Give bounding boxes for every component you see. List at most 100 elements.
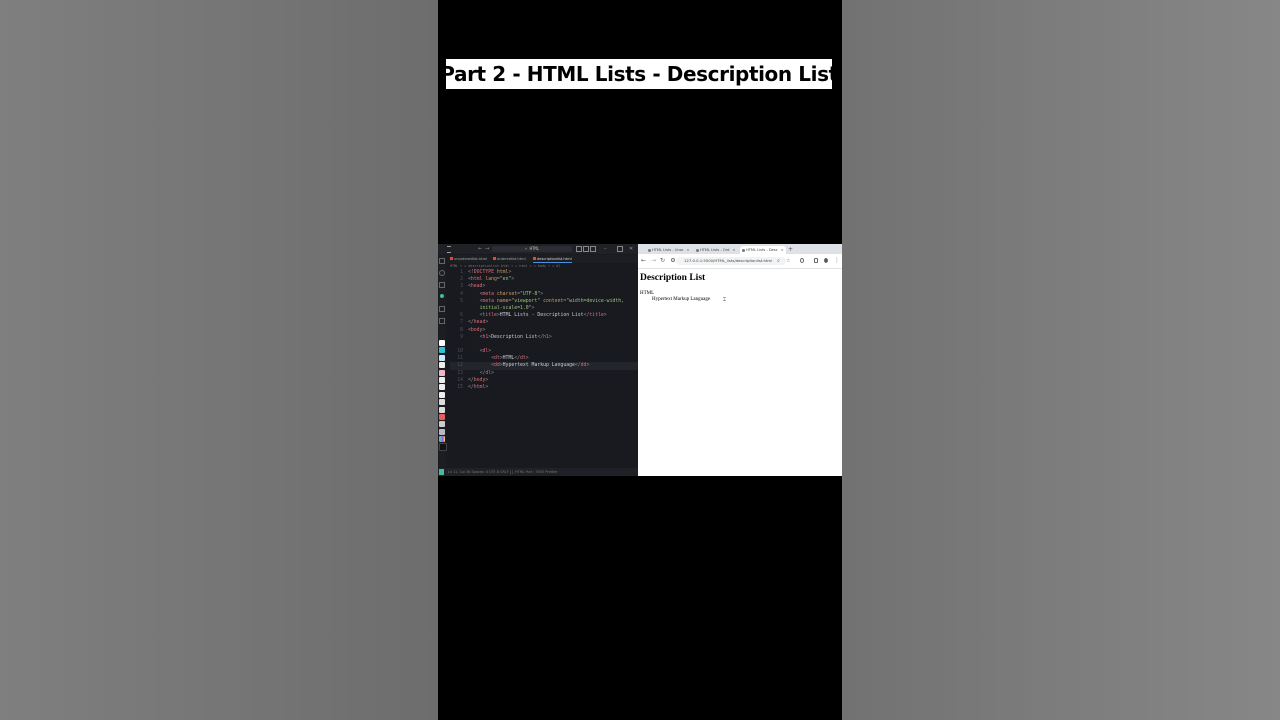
sidebar-panel-icon[interactable] (814, 258, 818, 263)
minimize-icon[interactable]: – (604, 246, 607, 252)
line-number: 14 (457, 377, 463, 383)
site-info-icon[interactable] (671, 258, 675, 262)
code-line[interactable]: 8 <body> (450, 327, 638, 334)
layout-panel-icon[interactable] (583, 246, 589, 252)
status-text[interactable]: Ln 11, Col 36 Spaces: 4 UTF-8 CRLF {} HT… (448, 470, 558, 474)
browser-toolbar: ← → ↻ 127.0.0.1:5500/HTML_lists/descript… (638, 254, 842, 269)
code-line[interactable]: 3 <head> (450, 283, 638, 290)
code-line[interactable]: 9 <h1>Description List</h1> (450, 334, 638, 341)
code-line[interactable]: 10 <dl> (450, 348, 638, 355)
menu-icon[interactable] (447, 246, 451, 253)
line-number (450, 305, 468, 312)
code-line[interactable] (450, 341, 638, 348)
html-file-icon (493, 257, 496, 260)
browser-tab-description[interactable]: HTML Lists - Desc × (740, 246, 786, 254)
close-tab-icon[interactable]: × (686, 248, 689, 252)
code-line[interactable]: 1 <!DOCTYPE html> (450, 269, 638, 276)
zoom-icon[interactable]: ⌕ (777, 257, 780, 265)
code-line[interactable]: 13 </dl> (450, 370, 638, 377)
code-text: </html> (468, 385, 489, 390)
command-search-input[interactable]: ⌕ HTML (492, 246, 572, 252)
code-line[interactable]: 6 <title>HTML Lists - Description List</… (450, 312, 638, 319)
forward-arrow-icon[interactable]: → (485, 246, 489, 252)
forward-arrow-icon[interactable]: → (651, 257, 656, 265)
code-text: <title>HTML Lists - Description List</ti… (479, 313, 607, 319)
close-icon[interactable]: ✕ (629, 246, 633, 252)
globe-icon (696, 248, 699, 252)
kebab-menu-icon[interactable]: ⋮ (834, 257, 840, 265)
code-line[interactable]: 7 </head> (450, 319, 638, 326)
tab-descriptionlist[interactable]: descriptionlist.html (533, 256, 572, 263)
code-text: <dl> (479, 349, 492, 355)
browser-window: HTML Lists - Unor × HTML Lists - Ord × HTM… (638, 244, 842, 476)
code-line[interactable]: 2 <html lang="en"> (450, 276, 638, 283)
back-arrow-icon[interactable]: ← (478, 246, 482, 252)
remote-indicator-icon[interactable] (439, 469, 444, 475)
profile-avatar[interactable] (824, 258, 828, 263)
zoom-tool-icon[interactable] (439, 354, 445, 361)
close-tab-icon[interactable]: × (781, 248, 784, 252)
left-blur-background (0, 0, 438, 720)
line-number: 9 (460, 334, 463, 340)
line-number: 11 (457, 356, 463, 362)
color-swatch-black[interactable] (439, 443, 447, 452)
new-tab-icon[interactable]: + (788, 246, 793, 253)
reload-icon[interactable]: ↻ (660, 257, 665, 265)
code-line[interactable]: initial-scale=1.0"> (450, 305, 638, 312)
text-tool-icon[interactable] (439, 413, 445, 420)
code-line[interactable]: 12 <dd>Hypertext Markup Language</dd> (450, 362, 638, 370)
page-heading: Description List (640, 273, 706, 283)
maximize-icon[interactable] (617, 246, 623, 252)
extensions-puzzle-icon[interactable] (800, 258, 804, 263)
pointer-tool-icon[interactable] (439, 347, 445, 354)
browser-tab-unordered[interactable]: HTML Lists - Unor × (646, 246, 692, 254)
code-text: <meta name="viewport" content="width=dev… (479, 298, 625, 304)
tab-orderedlist[interactable]: orderedlist.html (493, 256, 526, 262)
description-details: Hypertext Markup Language (652, 297, 711, 302)
bookmark-star-icon[interactable]: ☆ (786, 257, 790, 265)
breadcrumb[interactable]: HTML > ◇ descriptionlist.html > ◇ html >… (450, 264, 560, 268)
close-tab-icon[interactable]: × (732, 248, 735, 252)
code-text: <!DOCTYPE html> (468, 270, 512, 275)
arrow-tool-icon[interactable] (439, 391, 445, 398)
pen-tool-icon[interactable] (439, 362, 445, 369)
video-stage: Part 2 - HTML Lists - Description List ←… (438, 0, 842, 720)
code-line[interactable]: 11 <dt>HTML</dt> (450, 355, 638, 362)
address-bar[interactable]: 127.0.0.1:5500/HTML_lists/descriptionlis… (676, 257, 786, 265)
run-debug-icon[interactable] (439, 318, 445, 324)
color-palette-icon[interactable] (439, 436, 445, 443)
back-arrow-icon[interactable]: ← (641, 257, 646, 265)
eraser-tool-icon[interactable] (439, 376, 445, 383)
extensions-icon[interactable] (439, 306, 445, 312)
layout-sidebar-icon[interactable] (590, 246, 596, 252)
source-control-icon[interactable] (439, 282, 445, 288)
code-line[interactable]: 15 </html> (450, 384, 638, 391)
code-line[interactable]: 5 <meta name="viewport" content="width=d… (450, 298, 638, 305)
live-share-icon[interactable] (440, 294, 444, 298)
explorer-icon[interactable] (439, 258, 445, 264)
code-line[interactable]: 14 </body> (450, 377, 638, 384)
ellipse-tool-icon[interactable] (439, 406, 445, 413)
highlighter-tool-icon[interactable] (439, 369, 445, 376)
layout-toggle-icon[interactable] (576, 246, 582, 252)
undo-tool-icon[interactable] (439, 421, 445, 428)
editor-tab-bar: unorderedlist.html orderedlist.html desc… (447, 255, 638, 263)
code-text: </body> (468, 377, 489, 383)
tab-unorderedlist[interactable]: unorderedlist.html (450, 256, 487, 262)
pin-tool-icon[interactable] (439, 340, 445, 346)
line-number (450, 341, 468, 348)
line-tool-icon[interactable] (439, 384, 445, 391)
line-number: 4 (460, 291, 463, 297)
code-line[interactable]: 4 <meta charset="UTF-8"> (450, 291, 638, 298)
code-editor[interactable]: 1 <!DOCTYPE html> 2 <html lang="en"> 3 <head>… (450, 269, 638, 391)
line-number: 13 (457, 370, 463, 376)
browser-tab-ordered[interactable]: HTML Lists - Ord × (694, 246, 740, 254)
line-number: 10 (457, 349, 463, 355)
redo-tool-icon[interactable] (439, 428, 445, 435)
status-bar: Ln 11, Col 36 Spaces: 4 UTF-8 CRLF {} HT… (438, 468, 638, 476)
globe-icon (742, 248, 745, 252)
rectangle-tool-icon[interactable] (439, 399, 445, 406)
search-icon[interactable] (439, 270, 445, 276)
line-number: 6 (460, 313, 463, 319)
annotation-toolbar (439, 340, 447, 460)
